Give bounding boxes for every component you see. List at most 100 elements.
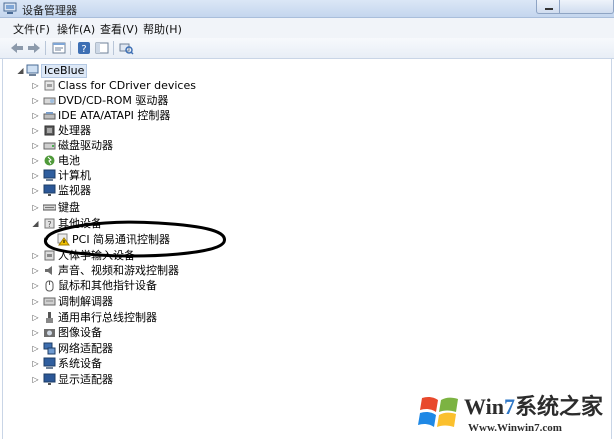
tree-category[interactable]: ▷ 电池 [31,154,231,169]
watermark: Win7系统之家 Www.Winwin7.com [412,386,614,441]
category-label: 声音、视频和游戏控制器 [58,264,179,277]
expand-triangle-icon[interactable]: ▷ [31,125,40,136]
menu-file[interactable]: 文件(F) [13,21,50,37]
expand-triangle-icon[interactable]: ▷ [31,265,40,276]
expand-triangle-icon[interactable]: ▷ [31,312,40,323]
expand-triangle-icon[interactable]: ▷ [31,202,40,213]
tree-category[interactable]: ▷ 显示适配器 [31,373,231,388]
expand-triangle-icon[interactable]: ▷ [31,95,40,106]
menu-bar: 文件(F) 操作(A) 查看(V) 帮助(H) [0,18,614,39]
windows-logo-icon [418,396,458,427]
tree-category[interactable]: ▷ 网络适配器 [31,342,231,357]
toolbar-separator [45,41,46,55]
svg-text:?: ? [81,44,86,55]
expand-triangle-icon[interactable]: ▷ [31,80,40,91]
keyboard-icon [42,201,57,214]
tree-category[interactable]: ▷ 监视器 [31,184,231,199]
tree-category[interactable]: ▷ 计算机 [31,169,231,184]
forward-icon[interactable] [26,40,42,56]
tree-category[interactable]: ▷ 系统设备 [31,357,231,372]
expand-triangle-icon[interactable]: ▷ [31,374,40,385]
imaging-device-icon [43,326,56,339]
properties-icon[interactable] [51,40,67,56]
tree-root-iceblue[interactable]: ◢ IceBlue [16,64,136,79]
sound-icon [43,264,56,277]
usb-controller-icon [43,311,56,324]
tree-category[interactable]: ▷ 声音、视频和游戏控制器 [31,264,231,279]
annotation-ellipse [43,220,226,258]
brand-seven: 7 [503,394,515,419]
usb-device-icon [43,79,56,92]
device-manager-icon [3,2,17,18]
expand-triangle-icon[interactable]: ▷ [31,358,40,369]
category-label: 图像设备 [58,326,102,339]
brand-prefix: Win [464,394,504,419]
watermark-brand: Win7系统之家 [464,389,603,421]
category-label: IDE ATA/ATAPI 控制器 [58,109,171,122]
modem-icon [43,295,56,308]
expand-triangle-icon[interactable]: ▷ [31,280,40,291]
category-label: 电池 [58,154,80,167]
category-label: 计算机 [58,169,91,182]
tree-category[interactable]: ▷ 图像设备 [31,326,231,341]
monitor-icon [43,184,56,197]
category-label: 键盘 [58,201,80,214]
category-label: 系统设备 [58,357,102,370]
expand-triangle-icon[interactable]: ▷ [31,185,40,196]
help-icon[interactable]: ? [76,40,92,56]
toolbar: ? [0,38,614,59]
expand-triangle-icon[interactable]: ▷ [31,110,40,121]
display-adapter-icon [43,373,56,386]
tree-category[interactable]: ▷ 调制解调器 [31,295,231,310]
expand-triangle-icon[interactable]: ▷ [31,327,40,338]
category-label: 监视器 [58,184,91,197]
toolbar-separator [70,41,71,55]
category-label: Class for CDriver devices [58,79,196,92]
expand-triangle-icon[interactable]: ▷ [31,296,40,307]
computer-icon [26,64,39,77]
window-title: 设备管理器 [22,4,77,17]
category-label: 通用串行总线控制器 [58,311,157,324]
category-label: 鼠标和其他指针设备 [58,279,157,292]
network-adapter-icon [43,342,56,355]
menu-action[interactable]: 操作(A) [57,21,95,37]
tree-category[interactable]: ▷ 通用串行总线控制器 [31,311,231,326]
toolbar-separator [113,41,114,55]
minimize-button[interactable] [536,0,560,14]
tree-category[interactable]: ▷ 键盘 [31,201,231,216]
optical-drive-icon [43,94,56,107]
system-device-icon [43,357,56,370]
tree-category[interactable]: ▷ 处理器 [31,124,231,139]
expand-triangle-icon[interactable]: ▷ [31,155,40,166]
category-label: 显示适配器 [58,373,113,386]
expand-triangle-icon[interactable]: ▷ [31,170,40,181]
expand-triangle-icon[interactable]: ▷ [31,140,40,151]
tree-category[interactable]: ▷ Class for CDriver devices [31,79,231,94]
brand-suffix: 系统之家 [514,394,603,419]
view-icon[interactable] [94,40,110,56]
back-icon[interactable] [9,40,25,56]
battery-icon [43,154,56,167]
menu-help[interactable]: 帮助(H) [143,21,182,37]
maximize-close-button[interactable] [559,0,614,14]
title-bar: 设备管理器 [0,0,614,18]
tree-category[interactable]: ▷ 鼠标和其他指针设备 [31,279,231,294]
category-label: 处理器 [58,124,91,137]
tree-category[interactable]: ▷ 磁盘驱动器 [31,139,231,154]
tree-category[interactable]: ▷ IDE ATA/ATAPI 控制器 [31,109,231,124]
category-label: DVD/CD-ROM 驱动器 [58,94,169,107]
collapse-triangle-icon[interactable]: ◢ [16,65,25,76]
scan-hardware-icon[interactable] [118,40,134,56]
expand-triangle-icon[interactable]: ▷ [31,343,40,354]
processor-icon [43,124,56,137]
category-label: 调制解调器 [58,295,113,308]
disk-drive-icon [43,139,56,152]
tree-category[interactable]: ▷ DVD/CD-ROM 驱动器 [31,94,231,109]
category-label: 网络适配器 [58,342,113,355]
category-label: 磁盘驱动器 [58,139,113,152]
menu-view[interactable]: 查看(V) [100,21,138,37]
root-label: IceBlue [41,64,88,78]
mouse-icon [43,279,56,292]
computer-icon [43,169,56,182]
ide-controller-icon [43,109,56,122]
